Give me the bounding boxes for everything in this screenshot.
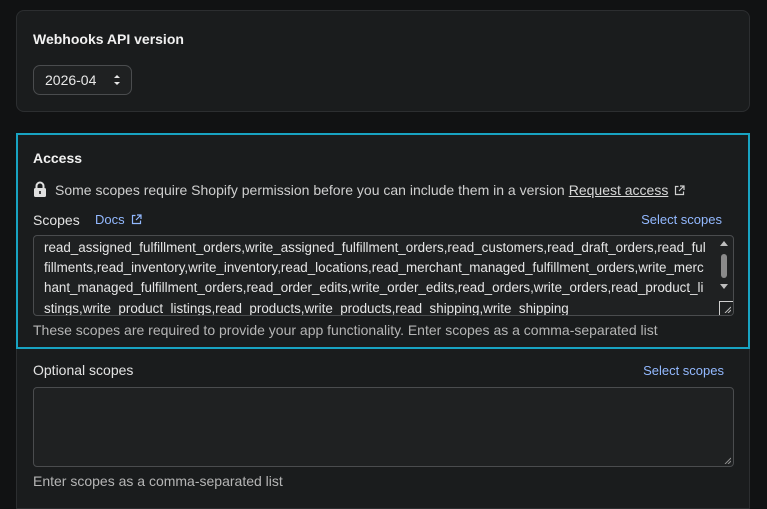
access-title: Access <box>33 150 83 166</box>
scopes-textarea[interactable]: read_assigned_fulfillment_orders,write_a… <box>33 235 734 316</box>
scopes-scroll-thumb[interactable] <box>721 254 727 278</box>
scopes-scrollbar[interactable] <box>719 240 729 290</box>
scopes-help-text: These scopes are required to provide you… <box>33 322 658 338</box>
permission-notice-text: Some scopes require Shopify permission b… <box>55 182 565 198</box>
access-card: Access Some scopes require Shopify permi… <box>16 133 750 349</box>
scroll-down-arrow-icon[interactable] <box>720 284 728 290</box>
docs-link-label: Docs <box>95 212 125 227</box>
optional-scopes-textarea[interactable] <box>33 387 734 467</box>
optional-scopes-label: Optional scopes <box>33 362 134 378</box>
scroll-up-arrow-icon[interactable] <box>720 240 728 246</box>
scopes-label: Scopes <box>33 212 80 228</box>
external-link-icon <box>131 214 142 225</box>
webhooks-api-version-card: Webhooks API version 2026-04 <box>16 10 750 112</box>
docs-link[interactable]: Docs <box>95 212 142 227</box>
resize-grip-icon[interactable] <box>723 456 731 464</box>
lock-icon <box>34 181 46 197</box>
external-link-icon <box>675 185 685 196</box>
webhooks-api-version-title: Webhooks API version <box>33 31 184 47</box>
request-access-link[interactable]: Request access <box>569 182 669 198</box>
scopes-textarea-value: read_assigned_fulfillment_orders,write_a… <box>44 240 706 316</box>
webhooks-api-version-value: 2026-04 <box>45 72 97 88</box>
resize-grip-icon <box>724 306 731 313</box>
optional-scopes-card: Optional scopes Select scopes Enter scop… <box>16 349 750 509</box>
optional-scopes-help-text: Enter scopes as a comma-separated list <box>33 473 283 489</box>
optional-select-scopes-link[interactable]: Select scopes <box>643 363 724 378</box>
scopes-select-scopes-link[interactable]: Select scopes <box>641 212 722 227</box>
scopes-resize-handle[interactable] <box>719 301 733 315</box>
webhooks-api-version-select[interactable]: 2026-04 <box>33 65 132 95</box>
select-chevron-icon <box>114 75 120 85</box>
permission-notice: Some scopes require Shopify permission b… <box>33 181 685 198</box>
